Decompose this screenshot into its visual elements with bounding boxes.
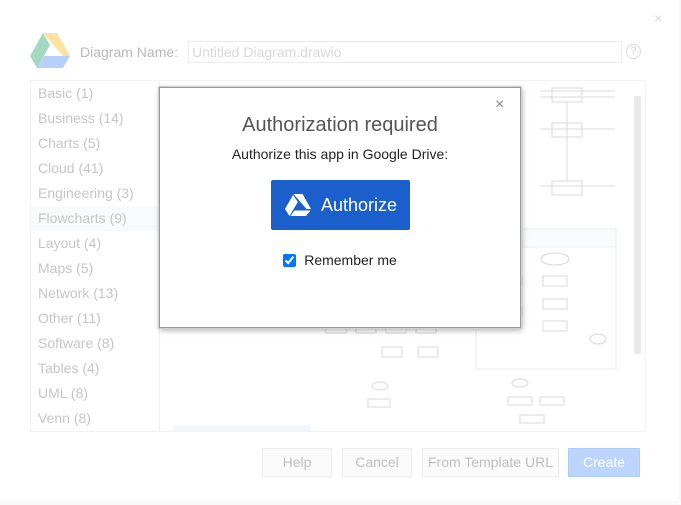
create-button[interactable]: Create [568,448,640,477]
category-item[interactable]: Venn (8) [31,406,159,431]
category-item[interactable]: UML (8) [31,381,159,406]
category-item[interactable]: Software (8) [31,331,159,356]
category-item[interactable]: Charts (5) [31,131,159,156]
thumb-shape [551,180,583,196]
category-item[interactable]: Business (14) [31,106,159,131]
cancel-button[interactable]: Cancel [342,448,412,477]
remember-me-checkbox[interactable] [283,253,297,267]
authorize-button[interactable]: Authorize [271,180,410,230]
category-item[interactable]: Engineering (3) [31,181,159,206]
authorize-label: Authorize [321,194,398,215]
page-edge [0,501,681,505]
google-drive-icon [285,194,311,216]
category-item[interactable]: Other (11) [31,306,159,331]
google-drive-icon [30,33,70,68]
category-item[interactable]: Basic (1) [31,81,159,106]
dialog-close-icon[interactable]: × [654,10,662,26]
remember-me-label: Remember me [304,252,397,268]
category-item[interactable]: Tables (4) [31,356,159,381]
category-item[interactable]: Cloud (41) [31,156,159,181]
category-item[interactable]: Network (13) [31,281,159,306]
remember-me-option[interactable]: Remember me [160,252,520,268]
dialog-subtitle: Authorize this app in Google Drive: [231,146,449,162]
preview-scrollbar[interactable] [634,96,641,354]
help-icon[interactable]: ? [626,44,641,59]
diagram-name-input[interactable] [188,41,622,63]
category-item-selected[interactable]: Flowcharts (9) [31,206,159,231]
close-icon[interactable]: × [495,96,504,114]
category-item[interactable]: Layout (4) [31,231,159,256]
thumb-shape [551,87,583,103]
diagram-name-label: Diagram Name: [80,44,179,60]
authorization-dialog: × Authorization required Authorize this … [159,87,521,328]
category-item[interactable]: Maps (5) [31,256,159,281]
category-list: Basic (1) Business (14) Charts (5) Cloud… [30,80,159,432]
dialog-title: Authorization required [242,114,438,136]
from-template-url-button[interactable]: From Template URL [422,448,559,477]
help-button[interactable]: Help [262,448,332,477]
